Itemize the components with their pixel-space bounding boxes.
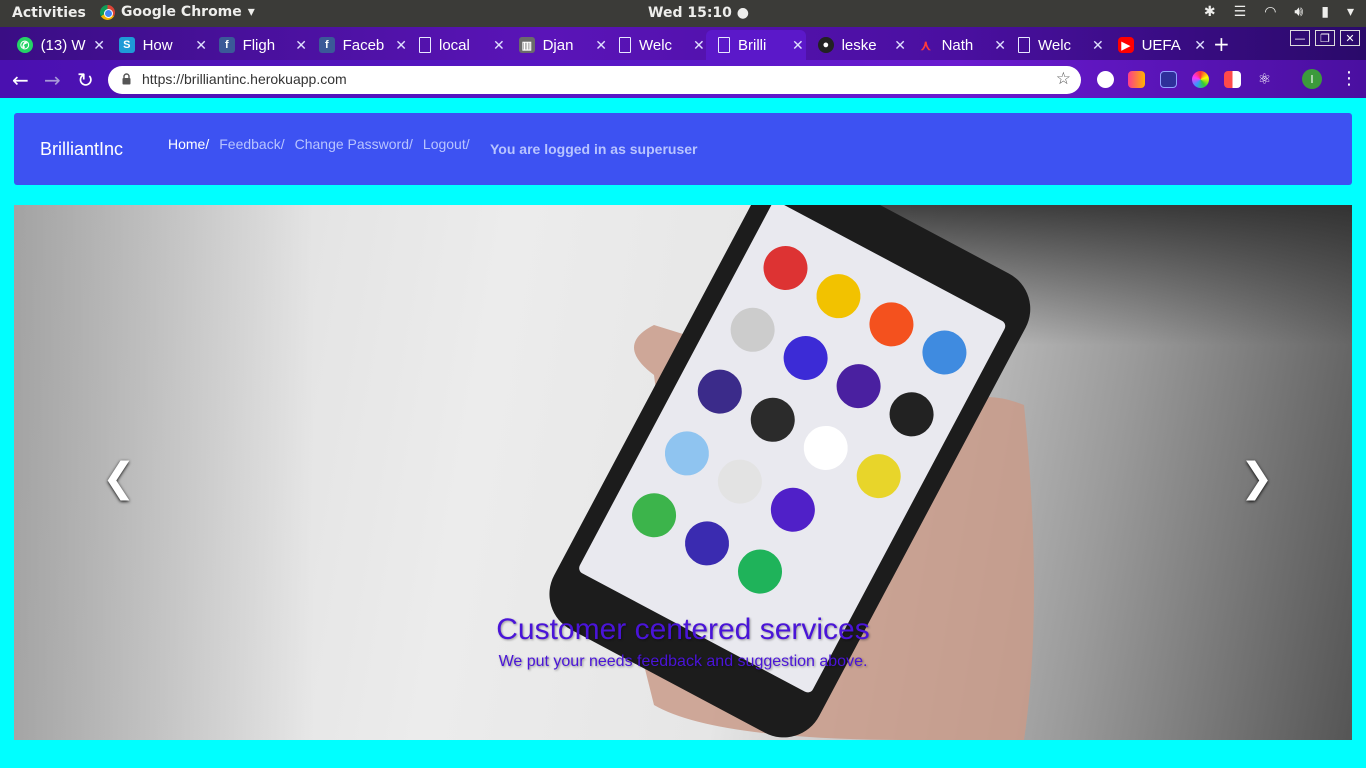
- close-icon[interactable]: ✕: [894, 37, 906, 54]
- carousel-next-button[interactable]: ❯: [1240, 455, 1274, 501]
- profile-avatar[interactable]: I: [1302, 69, 1322, 89]
- back-button[interactable]: ←: [12, 68, 29, 92]
- tab-leske[interactable]: ● leske ✕: [806, 30, 906, 60]
- extension-icon[interactable]: [1097, 71, 1114, 88]
- github-icon: ●: [818, 37, 834, 53]
- tab-facebook[interactable]: f Faceb ✕: [307, 30, 407, 60]
- hero-carousel: ❮ ❯ Customer centered services We put yo…: [14, 205, 1352, 740]
- carousel-prev-button[interactable]: ❮: [102, 455, 136, 501]
- page-icon: [1018, 37, 1030, 53]
- lock-icon: [122, 73, 131, 85]
- tab-title: Welc: [1038, 36, 1072, 54]
- carousel-caption: Customer centered services We put your n…: [14, 613, 1352, 671]
- app-menu[interactable]: Google Chrome ▾: [100, 4, 255, 20]
- tab-nath[interactable]: ⋏ Nath ✕: [906, 30, 1006, 60]
- close-icon[interactable]: ✕: [395, 37, 407, 54]
- tab-title: (13) W: [40, 36, 86, 54]
- system-top-bar: Activities Google Chrome ▾ Wed 15:10 ● ✱…: [0, 0, 1366, 27]
- close-icon[interactable]: ✕: [693, 37, 705, 54]
- activities-button[interactable]: Activities: [12, 5, 86, 21]
- pdf-icon: ⋏: [920, 36, 931, 53]
- tab-whatsapp[interactable]: ✆ (13) W ✕: [5, 30, 105, 60]
- wifi-icon[interactable]: ◠: [1264, 4, 1276, 20]
- facebook-icon: f: [219, 37, 235, 53]
- bookmark-star-icon[interactable]: ☆: [1056, 69, 1071, 89]
- chrome-icon: [100, 4, 115, 20]
- close-icon[interactable]: ✕: [792, 37, 804, 54]
- chevron-down-icon: ▾: [247, 4, 255, 20]
- login-status: You are logged in as superuser: [490, 141, 698, 157]
- page-icon: [619, 37, 631, 53]
- menu-icon[interactable]: ⋮: [1340, 68, 1358, 89]
- chevron-down-icon[interactable]: ▾: [1347, 4, 1354, 20]
- react-devtools-icon[interactable]: ⚛: [1256, 71, 1273, 88]
- close-window-button[interactable]: ✕: [1340, 30, 1360, 46]
- extension-icon[interactable]: [1224, 71, 1241, 88]
- page-icon: [718, 37, 730, 53]
- facebook-icon: f: [319, 37, 335, 53]
- youtube-icon: ▶: [1118, 37, 1134, 53]
- django-icon: ▥: [519, 37, 535, 53]
- tab-flight[interactable]: f Fligh ✕: [207, 30, 307, 60]
- notes-icon[interactable]: ☰: [1234, 4, 1247, 20]
- clock-text: Wed 15:10: [648, 5, 732, 21]
- close-icon[interactable]: ✕: [994, 37, 1006, 54]
- whatsapp-icon: ✆: [17, 37, 33, 53]
- address-bar[interactable]: https://brilliantinc.herokuapp.com ☆: [108, 66, 1081, 94]
- nav-link-logout[interactable]: Logout/: [423, 136, 470, 152]
- close-icon[interactable]: ✕: [1194, 37, 1206, 54]
- close-icon[interactable]: ✕: [93, 37, 105, 54]
- close-icon[interactable]: ✕: [493, 37, 505, 54]
- site-brand[interactable]: BrilliantInc: [40, 139, 123, 160]
- tab-title: UEFA: [1141, 36, 1181, 54]
- site-navbar: BrilliantInc Home/ Feedback/ Change Pass…: [14, 113, 1352, 185]
- page-icon: [419, 37, 431, 53]
- nav-links: Home/ Feedback/ Change Password/ Logout/: [168, 136, 470, 152]
- app-name: Google Chrome: [121, 4, 242, 20]
- restore-button[interactable]: ❐: [1315, 30, 1335, 46]
- tab-welcome-2[interactable]: Welc ✕: [1006, 30, 1106, 60]
- close-icon[interactable]: ✕: [195, 37, 207, 54]
- forward-button[interactable]: →: [44, 68, 61, 92]
- volume-icon[interactable]: 🔊︎: [1294, 4, 1303, 20]
- clock[interactable]: Wed 15:10 ●: [648, 5, 749, 21]
- battery-icon[interactable]: ▮: [1321, 4, 1329, 20]
- extension-icon[interactable]: [1128, 71, 1145, 88]
- colorpicker-icon[interactable]: [1192, 71, 1209, 88]
- tab-title: How: [142, 36, 173, 54]
- reload-button[interactable]: ↻: [77, 68, 94, 92]
- nav-link-change-password[interactable]: Change Password/: [295, 136, 413, 152]
- tab-brilliantinc[interactable]: Brilli ✕: [706, 30, 806, 60]
- tab-uefa[interactable]: ▶ UEFA ✕: [1106, 30, 1206, 60]
- tab-django[interactable]: ▥ Djan ✕: [507, 30, 607, 60]
- tab-title: Brilli: [738, 36, 767, 54]
- tab-title: Fligh: [242, 36, 276, 54]
- slack-icon[interactable]: ✱: [1204, 4, 1216, 20]
- tab-title: Djan: [542, 36, 574, 54]
- close-icon[interactable]: ✕: [295, 37, 307, 54]
- caption-text: We put your needs feedback and suggestio…: [498, 653, 868, 670]
- tab-welcome[interactable]: Welc ✕: [607, 30, 707, 60]
- url-text: https://brilliantinc.herokuapp.com: [142, 71, 347, 87]
- tab-title: Nath: [941, 36, 974, 54]
- close-icon[interactable]: ✕: [595, 37, 607, 54]
- tab-how[interactable]: S How ✕: [107, 30, 207, 60]
- caption-title: Customer centered services: [496, 613, 870, 646]
- tab-strip: ✆ (13) W ✕ S How ✕ f Fligh ✕ f Faceb ✕ l…: [0, 27, 1366, 60]
- system-tray: ✱ ☰ ◠ 🔊︎ ▮ ▾: [1204, 4, 1354, 20]
- minimize-button[interactable]: —: [1290, 30, 1310, 46]
- close-icon[interactable]: ✕: [1092, 37, 1104, 54]
- tab-title: leske: [841, 36, 877, 54]
- extension-s-icon[interactable]: [1160, 71, 1177, 88]
- nav-link-home[interactable]: Home/: [168, 136, 209, 152]
- tab-local[interactable]: local ✕: [407, 30, 507, 60]
- nav-link-feedback[interactable]: Feedback/: [219, 136, 284, 152]
- tab-title: Faceb: [342, 36, 385, 54]
- new-tab-button[interactable]: +: [1213, 32, 1230, 56]
- tab-title: Welc: [639, 36, 673, 54]
- tab-title: local: [439, 36, 470, 54]
- s-icon: S: [119, 37, 135, 53]
